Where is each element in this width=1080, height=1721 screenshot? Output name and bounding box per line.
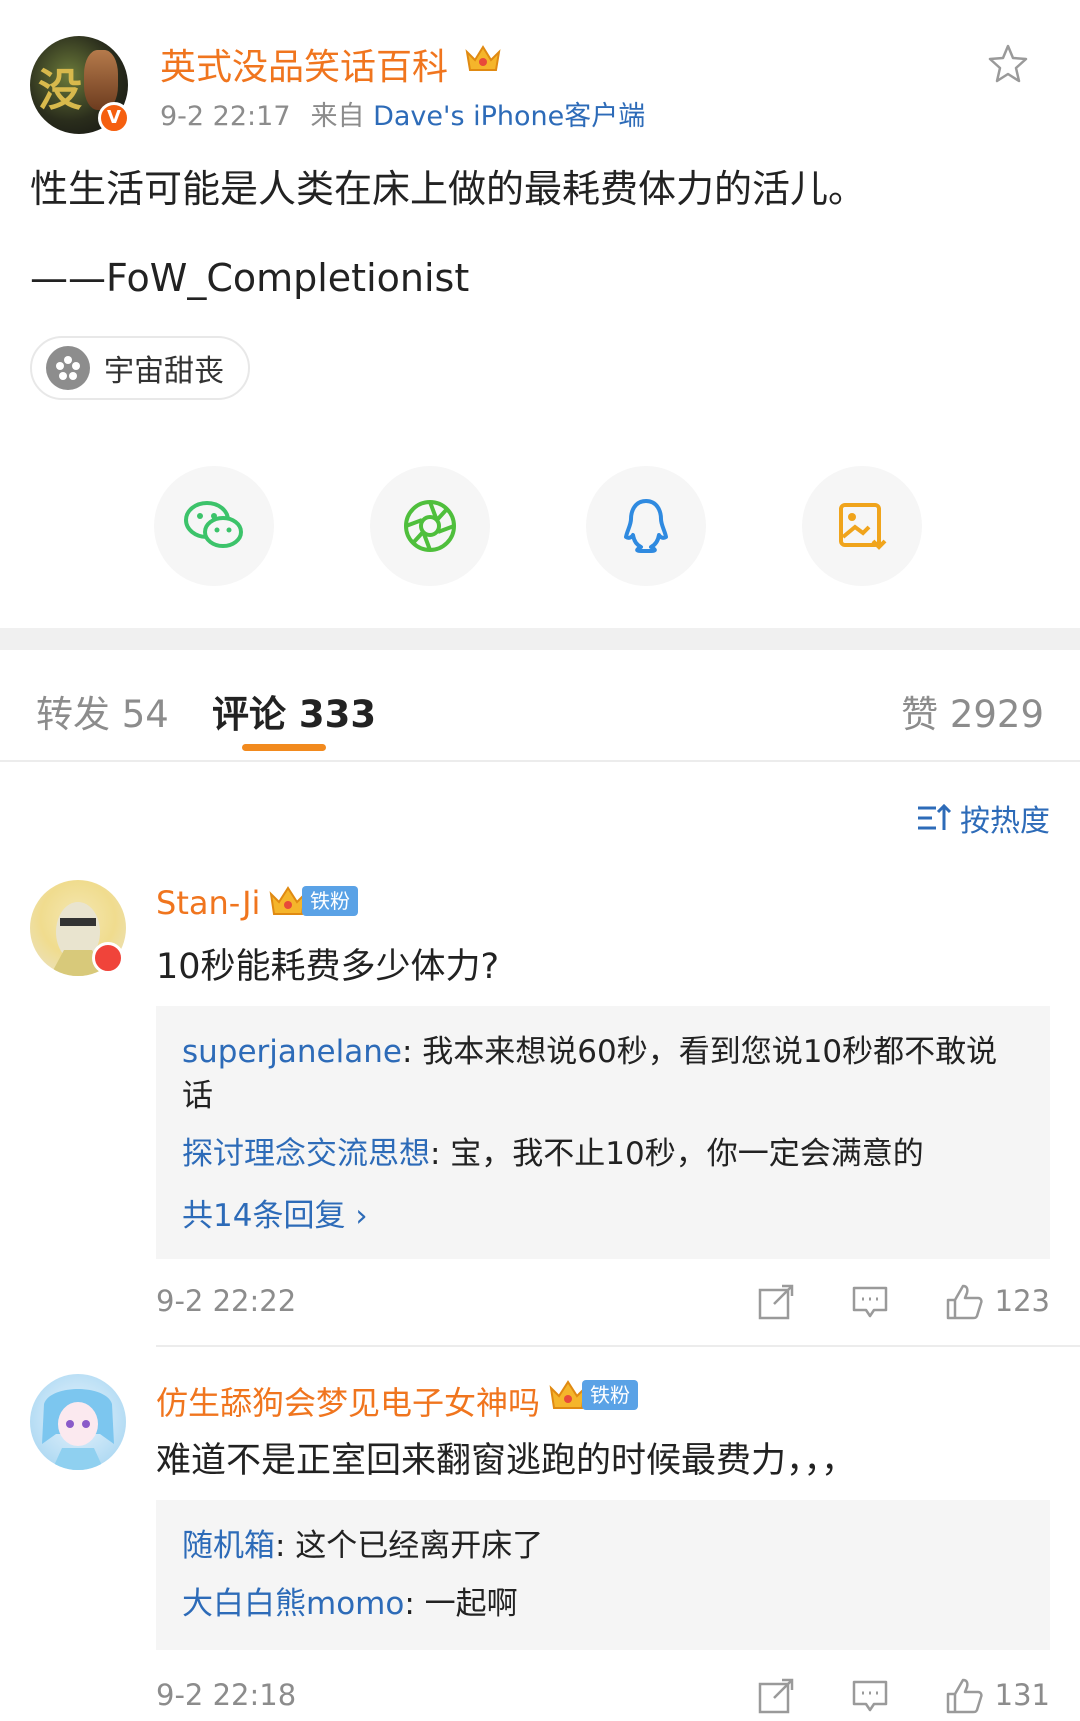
reply-user[interactable]: superjanelane <box>182 1034 402 1070</box>
commenter-name[interactable]: Stan-Ji <box>156 884 260 922</box>
like-count: 131 <box>994 1678 1050 1712</box>
crown-icon <box>465 45 501 71</box>
sort-icon <box>918 803 952 830</box>
commenter-avatar[interactable] <box>30 1374 126 1470</box>
save-image-button[interactable] <box>802 466 922 586</box>
section-divider <box>0 628 1080 650</box>
share-wechat-button[interactable] <box>154 466 274 586</box>
share-row <box>154 466 924 586</box>
reply-item: 大白白熊momo: 一起啊 <box>182 1586 518 1622</box>
active-tab-indicator <box>242 744 326 751</box>
save-image-icon <box>839 503 887 550</box>
repost-icon[interactable] <box>756 1676 796 1716</box>
reply-item: 随机箱: 这个已经离开床了 <box>182 1528 544 1564</box>
reply-user[interactable]: 随机箱 <box>182 1528 275 1564</box>
comment-footer: 9-2 22:22 123 <box>156 1282 1050 1326</box>
avatar-artwork: 没 <box>38 65 82 116</box>
source-prefix: 来自 <box>310 101 365 132</box>
like-count: 123 <box>994 1284 1050 1318</box>
reply-preview-box[interactable]: 随机箱: 这个已经离开床了 大白白熊momo: 一起啊 <box>156 1500 1050 1650</box>
like-thumb-icon[interactable] <box>944 1282 984 1322</box>
commenter-name[interactable]: 仿生舔狗会梦见电子女神吗 <box>156 1378 540 1424</box>
comment-divider <box>156 1345 1080 1347</box>
author-name[interactable]: 英式没品笑话百科 <box>160 38 448 90</box>
tab-comment[interactable]: 评论 333 <box>212 684 376 738</box>
reply-item: 探讨理念交流思想: 宝，我不止10秒，你一定会满意的 <box>182 1136 924 1172</box>
interaction-tabs: 转发 54 评论 333 赞 2929 <box>0 650 1080 762</box>
post-time: 9-2 22:17 <box>160 101 291 132</box>
moments-icon <box>404 500 456 552</box>
topic-chip[interactable]: 宇宙甜丧 <box>30 336 250 400</box>
reply-user[interactable]: 大白白熊momo <box>182 1586 404 1622</box>
fan-badge-label: 铁粉 <box>582 1380 638 1410</box>
favorite-star-icon[interactable] <box>986 42 1030 86</box>
post-meta: 9-2 22:17 来自 Dave's iPhone客户端 <box>160 94 645 133</box>
topic-flower-icon <box>46 346 90 390</box>
more-replies-link[interactable]: 共14条回复 › <box>182 1190 1024 1235</box>
verified-badge-icon: V <box>98 102 130 134</box>
sort-label: 按热度 <box>960 804 1050 839</box>
comment-footer: 9-2 22:18 131 <box>156 1676 1050 1720</box>
post-body-text: 性生活可能是人类在床上做的最耗费体力的活儿。 <box>30 167 867 211</box>
reply-item: superjanelane: 我本来想说60秒，看到您说10秒都不敢说话 <box>182 1034 998 1114</box>
reply-user[interactable]: 探讨理念交流思想 <box>182 1136 430 1172</box>
fan-badge: 铁粉 <box>548 1376 638 1414</box>
tab-like[interactable]: 赞 2929 <box>901 684 1044 738</box>
fan-badge-label: 铁粉 <box>302 886 358 916</box>
repost-icon[interactable] <box>756 1282 796 1322</box>
fan-badge: 铁粉 <box>268 882 358 920</box>
member-badge-icon <box>92 942 124 974</box>
comment-time: 9-2 22:18 <box>156 1678 297 1712</box>
share-moments-button[interactable] <box>370 466 490 586</box>
comment-time: 9-2 22:22 <box>156 1284 297 1318</box>
comment-icon[interactable] <box>850 1282 890 1322</box>
qq-icon <box>624 499 668 553</box>
comment-text: 难道不是正室回来翻窗逃跑的时候最费力，，， <box>156 1441 857 1481</box>
sort-by-hot-button[interactable]: 按热度 <box>916 796 1050 840</box>
topic-label: 宇宙甜丧 <box>104 354 224 389</box>
post-attribution: ——FoW_Completionist <box>30 256 470 300</box>
like-thumb-icon[interactable] <box>944 1676 984 1716</box>
post-source-link[interactable]: Dave's iPhone客户端 <box>373 101 645 132</box>
comment-text: 10秒能耗费多少体力? <box>156 947 500 987</box>
share-qq-button[interactable] <box>586 466 706 586</box>
wechat-icon <box>184 501 243 548</box>
comment-icon[interactable] <box>850 1676 890 1716</box>
post-header: 没 V 英式没品笑话百科 9-2 22:17 来自 Dave's iPhone客户… <box>30 36 1050 136</box>
reply-preview-box[interactable]: superjanelane: 我本来想说60秒，看到您说10秒都不敢说话 探讨理… <box>156 1006 1050 1259</box>
tab-repost[interactable]: 转发 54 <box>36 684 169 738</box>
